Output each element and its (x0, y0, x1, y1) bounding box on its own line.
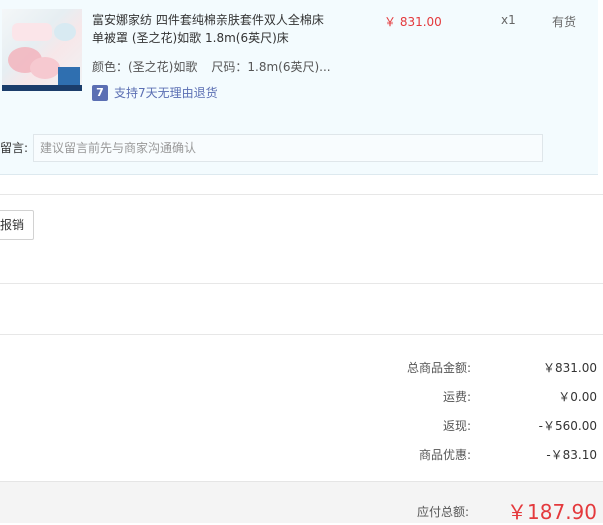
divider (0, 283, 603, 284)
product-title[interactable]: 富安娜家纺 四件套纯棉亲肤套件双人全棉床单被罩 (圣之花)如歌 1.8m(6英尺… (92, 11, 332, 47)
divider (0, 194, 603, 195)
summary-value: ￥0.00 (558, 390, 597, 404)
note-label: 留言: (0, 141, 29, 155)
return-7day-icon: 7 (92, 84, 108, 101)
thumb-tag (58, 67, 80, 85)
summary-label: 返现: (442, 419, 471, 433)
product-color: 颜色：(圣之花)如歌 (92, 60, 198, 74)
summary-label: 运费: (442, 390, 471, 404)
stock-status: 有货 (552, 15, 577, 29)
note-input[interactable] (33, 134, 543, 162)
return-policy-text: 支持7天无理由退货 (114, 86, 218, 100)
thumb-pillow (12, 23, 52, 41)
product-thumbnail[interactable] (2, 9, 82, 91)
return-policy: 7 支持7天无理由退货 (92, 84, 218, 101)
total-bar: 应付总额: ￥187.90 (0, 481, 603, 524)
summary-value: -￥83.10 (546, 448, 597, 462)
invoice-button[interactable]: 报销 (0, 210, 34, 240)
total-label: 应付总额: (416, 505, 469, 519)
summary-label: 总商品金额: (406, 361, 471, 375)
order-item-panel: 富安娜家纺 四件套纯棉亲肤套件双人全棉床单被罩 (圣之花)如歌 1.8m(6英尺… (0, 0, 598, 175)
thumb-flower (54, 23, 76, 41)
thumb-flower (30, 57, 60, 79)
product-price: ￥ 831.00 (384, 15, 442, 29)
product-attributes: 颜色：(圣之花)如歌 尺码：1.8m(6英尺)... (92, 58, 331, 75)
summary-label: 商品优惠: (418, 448, 471, 462)
summary-value: ￥831.00 (543, 361, 597, 375)
divider (0, 334, 603, 335)
product-size: 尺码：1.8m(6英尺)... (211, 60, 331, 74)
product-quantity: x1 (501, 13, 516, 27)
total-amount: ￥187.90 (507, 500, 597, 524)
summary-value: -￥560.00 (538, 419, 597, 433)
thumb-bar (2, 85, 82, 91)
